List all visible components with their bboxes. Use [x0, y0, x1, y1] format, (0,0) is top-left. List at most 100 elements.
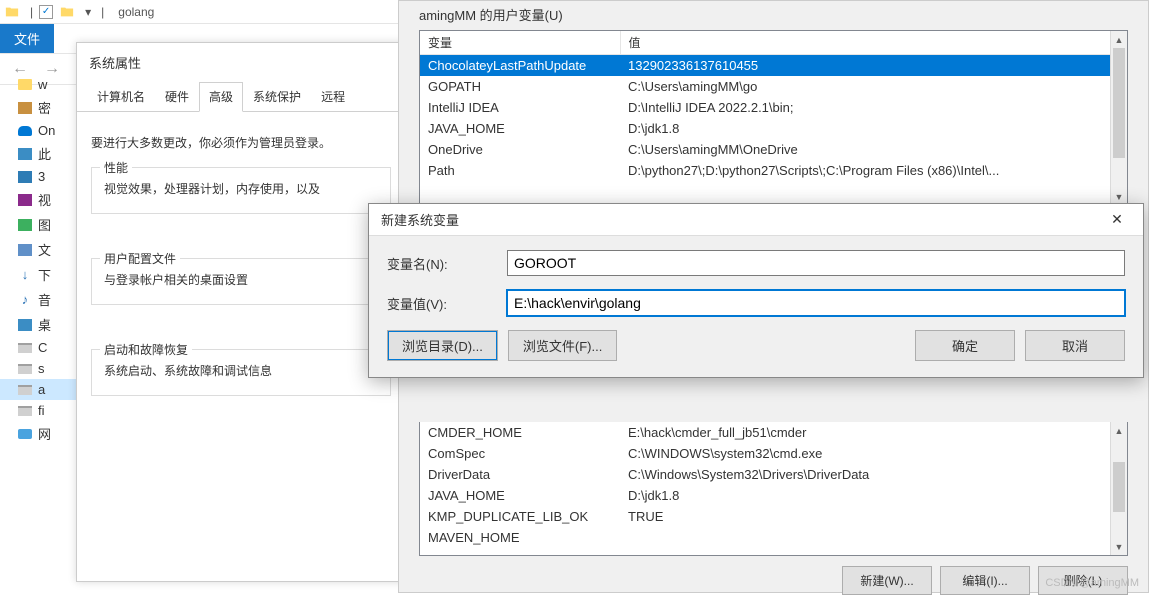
table-row[interactable]: ChocolateyLastPathUpdate1329023361376104… [420, 55, 1127, 77]
sidebar-item[interactable]: 视 [0, 187, 76, 212]
performance-group: 性能 视觉效果，处理器计划，内存使用，以及 [91, 167, 391, 214]
group-label: 用户配置文件 [100, 250, 180, 267]
sidebar-item[interactable]: 密 [0, 95, 76, 120]
browse-dir-button[interactable]: 浏览目录(D)... [387, 330, 498, 361]
net-icon [18, 429, 32, 439]
browse-file-button[interactable]: 浏览文件(F)... [508, 330, 617, 361]
col-value[interactable]: 值 [620, 31, 1127, 55]
scroll-thumb[interactable] [1113, 48, 1125, 158]
tab-1[interactable]: 硬件 [155, 82, 199, 111]
cell-val: D:\jdk1.8 [620, 118, 1127, 139]
sidebar-item-label: 网 [38, 424, 51, 443]
scroll-down-icon[interactable]: ▼ [1111, 538, 1127, 555]
sidebar-item[interactable]: C [0, 337, 76, 358]
sidebar-item[interactable]: ↓下 [0, 262, 76, 287]
check-icon[interactable]: ✓ [39, 5, 53, 19]
var-name-label: 变量名(N): [387, 254, 507, 273]
group-text: 系统启动、系统故障和调试信息 [104, 362, 378, 379]
sidebar-item[interactable]: fi [0, 400, 76, 421]
cell-var: ChocolateyLastPathUpdate [420, 55, 620, 77]
close-icon[interactable]: ✕ [1097, 211, 1137, 228]
table-row[interactable]: JAVA_HOMED:\jdk1.8 [420, 485, 1127, 506]
cell-val: 132902336137610455 [620, 55, 1127, 77]
user-vars-table-wrap: 变量 值 ChocolateyLastPathUpdate13290233613… [419, 30, 1128, 206]
window-title: golang [110, 5, 154, 19]
mu-icon: ♪ [18, 293, 32, 307]
table-row[interactable]: IntelliJ IDEAD:\IntelliJ IDEA 2022.2.1\b… [420, 97, 1127, 118]
col-variable[interactable]: 变量 [420, 31, 620, 55]
cell-val: E:\hack\cmder_full_jb51\cmder [620, 422, 1127, 443]
vid-icon [18, 194, 32, 206]
cell-var: CMDER_HOME [420, 422, 620, 443]
sidebar-item[interactable]: 文 [0, 237, 76, 262]
ok-button[interactable]: 确定 [915, 330, 1015, 361]
sidebar-item[interactable]: 网 [0, 421, 76, 446]
var-name-input[interactable] [507, 250, 1125, 276]
disk-icon [18, 364, 32, 374]
cancel-button[interactable]: 取消 [1025, 330, 1125, 361]
explorer-sidebar: w密On此3视图文↓下♪音桌Csafi网 [0, 74, 76, 593]
user-vars-heading: amingMM 的用户变量(U) [399, 1, 1148, 30]
cell-val: C:\Windows\System32\Drivers\DriverData [620, 464, 1127, 485]
sidebar-item[interactable]: 3 [0, 166, 76, 187]
table-row[interactable]: CMDER_HOMEE:\hack\cmder_full_jb51\cmder [420, 422, 1127, 443]
sidebar-item-label: a [38, 382, 45, 397]
scroll-up-icon[interactable]: ▲ [1111, 422, 1127, 439]
table-row[interactable]: KMP_DUPLICATE_LIB_OKTRUE [420, 506, 1127, 527]
explorer-titlebar: | ✓ ▾ | golang [0, 0, 400, 24]
new-button[interactable]: 新建(W)... [842, 566, 932, 595]
scroll-thumb[interactable] [1113, 462, 1125, 512]
sys-icon [18, 102, 32, 114]
disk-icon [18, 385, 32, 395]
admin-notice: 要进行大多数更改，你必须作为管理员登录。 [91, 134, 391, 151]
chevron-down-icon[interactable]: ▾ [81, 5, 91, 19]
sidebar-item[interactable]: w [0, 74, 76, 95]
cell-var: OneDrive [420, 139, 620, 160]
sidebar-item[interactable]: a [0, 379, 76, 400]
sidebar-item-label: 视 [38, 190, 51, 209]
sidebar-item-label: 图 [38, 215, 51, 234]
sidebar-item[interactable]: s [0, 358, 76, 379]
tab-2[interactable]: 高级 [199, 82, 243, 112]
cell-var: ComSpec [420, 443, 620, 464]
scrollbar[interactable]: ▲ ▼ [1110, 31, 1127, 205]
edit-button[interactable]: 编辑(I)... [940, 566, 1030, 595]
table-row[interactable]: PathD:\python27\;D:\python27\Scripts\;C:… [420, 160, 1127, 181]
table-row[interactable]: JAVA_HOMED:\jdk1.8 [420, 118, 1127, 139]
cell-var: JAVA_HOME [420, 118, 620, 139]
sidebar-item-label: fi [38, 403, 45, 418]
table-row[interactable]: DriverDataC:\Windows\System32\Drivers\Dr… [420, 464, 1127, 485]
table-row[interactable]: OneDriveC:\Users\amingMM\OneDrive [420, 139, 1127, 160]
cell-val: TRUE [620, 506, 1127, 527]
table-row[interactable]: ComSpecC:\WINDOWS\system32\cmd.exe [420, 443, 1127, 464]
table-row[interactable]: GOPATHC:\Users\amingMM\go [420, 76, 1127, 97]
tab-4[interactable]: 远程 [311, 82, 355, 111]
sidebar-item-label: 音 [38, 290, 51, 309]
watermark: CSDN @amingMM [1045, 577, 1139, 589]
sidebar-item[interactable]: 此 [0, 141, 76, 166]
file-menu-tab[interactable]: 文件 [0, 24, 54, 53]
sidebar-item[interactable]: ♪音 [0, 287, 76, 312]
sys-vars-table[interactable]: CMDER_HOMEE:\hack\cmder_full_jb51\cmderC… [420, 422, 1127, 548]
sidebar-item-label: 文 [38, 240, 51, 259]
sidebar-item[interactable]: On [0, 120, 76, 141]
sidebar-item-label: s [38, 361, 45, 376]
sidebar-item[interactable]: 图 [0, 212, 76, 237]
user-vars-table[interactable]: 变量 值 ChocolateyLastPathUpdate13290233613… [420, 31, 1127, 181]
cell-val: C:\Users\amingMM\OneDrive [620, 139, 1127, 160]
cell-val: D:\python27\;D:\python27\Scripts\;C:\Pro… [620, 160, 1127, 181]
scroll-up-icon[interactable]: ▲ [1111, 31, 1127, 48]
startup-group: 启动和故障恢复 系统启动、系统故障和调试信息 [91, 349, 391, 396]
sidebar-item[interactable]: 桌 [0, 312, 76, 337]
scrollbar[interactable]: ▲ ▼ [1110, 422, 1127, 555]
tab-0[interactable]: 计算机名 [87, 82, 155, 111]
tab-3[interactable]: 系统保护 [243, 82, 311, 111]
3d-icon [18, 171, 32, 183]
dialog-title: 新建系统变量 [381, 210, 459, 229]
var-value-input[interactable] [507, 290, 1125, 316]
title-sep: | [26, 5, 33, 19]
dialog-titlebar[interactable]: 新建系统变量 ✕ [369, 204, 1143, 235]
table-row[interactable]: MAVEN_HOME [420, 527, 1127, 548]
dsk-icon [18, 319, 32, 331]
cell-var: JAVA_HOME [420, 485, 620, 506]
